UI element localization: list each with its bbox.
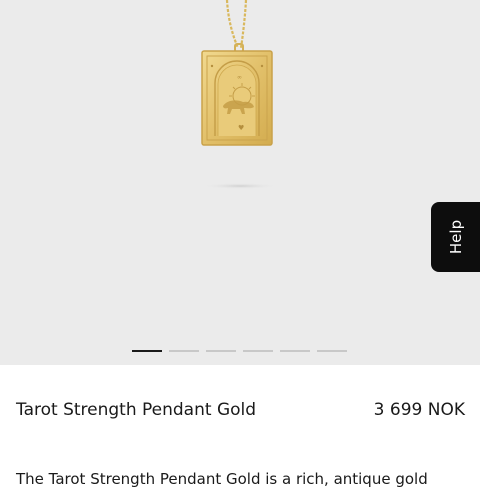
pagination-dot-5[interactable] — [280, 350, 310, 352]
pendant-image: ∞ ♥ — [201, 0, 278, 189]
pagination-dot-4[interactable] — [243, 350, 273, 352]
pagination-dot-1[interactable] — [132, 350, 162, 352]
product-price: 3 699 NOK — [373, 400, 465, 420]
svg-text:∞: ∞ — [237, 74, 242, 81]
product-title: Tarot Strength Pendant Gold — [16, 400, 257, 420]
pagination-dot-2[interactable] — [169, 350, 199, 352]
product-description: The Tarot Strength Pendant Gold is a ric… — [16, 470, 428, 488]
pagination-dot-3[interactable] — [206, 350, 236, 352]
help-label: Help — [446, 219, 465, 255]
help-button[interactable]: Help — [431, 202, 480, 272]
pagination-dot-6[interactable] — [317, 350, 347, 352]
gallery-pagination — [132, 350, 347, 352]
svg-text:♥: ♥ — [238, 124, 244, 132]
product-image-gallery[interactable]: ∞ ♥ — [0, 0, 480, 365]
